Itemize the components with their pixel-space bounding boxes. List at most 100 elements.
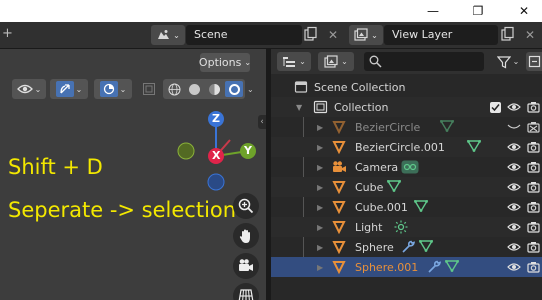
outliner-item-row[interactable]: ▶ Camera [271,157,542,177]
pan-button[interactable] [233,223,259,249]
eye-closed-icon[interactable] [507,122,521,132]
expand-triangle-icon[interactable]: ▶ [317,123,323,132]
render-camera-icon[interactable] [527,261,540,273]
delete-scene-button[interactable]: ✕ [324,25,342,45]
expand-triangle-icon[interactable]: ▶ [317,263,323,272]
new-view-layer-button[interactable] [500,26,518,44]
render-camera-icon[interactable] [527,201,540,213]
expand-triangle-icon[interactable]: ▶ [317,243,323,252]
camera-view-button[interactable] [233,253,259,279]
expand-triangle-icon[interactable]: ▶ [317,163,323,172]
sidebar-toggle[interactable]: ‹ [258,115,266,129]
eye-icon[interactable] [507,262,521,272]
display-mode-dropdown[interactable]: ⌄ [318,52,354,71]
mesh-object-icon [332,260,346,277]
camera-icon [239,259,253,271]
minimize-button[interactable]: — [418,0,448,22]
outliner-item-label: Cube [355,180,384,194]
modifier-wrench-icon[interactable] [401,240,415,257]
overlay-caption-2: Seperate -> selection [8,198,237,222]
mesh-data-icon[interactable] [444,260,460,275]
render-camera-icon[interactable] [527,221,540,233]
rendered-shading-icon[interactable] [225,81,243,97]
scene-selector-button[interactable]: ⌄ [151,25,185,45]
view-layer-name-field[interactable]: View Layer [384,25,498,45]
light-object-icon [332,220,346,237]
expand-triangle-icon[interactable]: ▶ [317,183,323,192]
curve-data-icon[interactable] [439,120,455,135]
outliner-item-label: Light [355,220,383,234]
options-label: Options [198,56,242,69]
expand-triangle-icon[interactable]: ▼ [296,103,302,112]
3d-viewport[interactable]: Options ⌄ ⌄ ⌄ ⌄ ⌄ Z Y X Shift + D Sepera… [0,49,266,300]
material-shading-icon[interactable] [205,81,223,97]
chevron-down-icon[interactable]: ⌄ [247,85,254,94]
item-visibility-toggles [507,257,542,277]
view-layer-selector-button[interactable]: ⌄ [349,25,383,45]
expand-triangle-icon[interactable]: ▶ [317,203,323,212]
eye-icon[interactable] [507,182,521,192]
mesh-data-icon[interactable] [418,240,433,255]
outliner-item-row[interactable]: ▶ Light [271,217,542,237]
render-camera-icon[interactable] [527,141,540,153]
exclude-checkbox[interactable] [490,101,501,113]
eye-icon[interactable] [507,102,521,112]
chevron-down-icon: ⌄ [75,84,83,94]
visibility-dropdown[interactable]: ⌄ [12,79,46,99]
minimize-icon: — [427,4,439,18]
filter-dropdown[interactable]: ⌄ [493,52,523,71]
eye-icon[interactable] [507,142,521,152]
outliner-item-row[interactable]: ▶ BezierCircle [271,117,542,137]
collection-row[interactable]: ▼ Collection [271,97,542,117]
delete-view-layer-button[interactable]: ✕ [521,25,539,45]
render-camera-icon[interactable] [527,161,540,173]
eye-icon[interactable] [507,162,521,172]
curve-data-icon[interactable] [466,140,481,155]
close-icon: ✕ [518,4,530,18]
outliner-item-row[interactable]: ▶ Cube.001 [271,197,542,217]
outliner-icon [283,56,296,67]
outliner-item-row[interactable]: ▶ Cube [271,177,542,197]
light-data-icon[interactable] [394,220,408,237]
mesh-data-icon[interactable] [387,180,402,195]
close-window-button[interactable]: ✕ [509,0,539,22]
render-camera-icon[interactable] [527,101,540,113]
outliner-search-input[interactable] [364,52,484,71]
perspective-toggle-button[interactable] [233,283,259,300]
curve-object-icon [332,120,346,137]
modifier-wrench-icon[interactable] [427,260,441,277]
view-layer-icon [324,54,338,68]
overlays-toggle[interactable]: ⌄ [94,79,132,99]
new-collection-button[interactable] [526,52,542,71]
render-disabled-icon[interactable] [527,121,540,133]
scene-collection-row[interactable]: Scene Collection [271,77,542,97]
eye-icon[interactable] [507,222,521,232]
eye-icon[interactable] [507,202,521,212]
render-camera-icon[interactable] [527,181,540,193]
add-workspace-icon[interactable]: + [2,26,13,41]
outliner-item-label: Sphere.001 [355,260,419,274]
camera-data-icon[interactable] [401,160,419,177]
maximize-button[interactable]: ❐ [463,0,493,22]
new-scene-button[interactable] [303,26,321,44]
render-camera-icon[interactable] [527,241,540,253]
xray-toggle[interactable] [138,79,160,99]
expand-triangle-icon[interactable]: ▶ [317,223,323,232]
gizmo-toggle[interactable]: ⌄ [50,79,88,99]
mesh-data-icon[interactable] [413,200,429,215]
wireframe-shading-icon[interactable] [165,81,183,97]
outliner-item-row[interactable]: ▶ Sphere [271,237,542,257]
solid-shading-icon[interactable] [185,81,203,97]
options-dropdown[interactable]: Options ⌄ [198,53,251,72]
zoom-button[interactable] [233,193,259,219]
outliner-item-row[interactable]: ▶ Sphere.001 [271,257,542,277]
outliner-item-row[interactable]: ▶ BezierCircle.001 [271,137,542,157]
outliner-item-label: Sphere [355,240,394,254]
item-visibility-toggles [507,237,542,257]
expand-triangle-icon[interactable]: ▶ [317,143,323,152]
camera-object-icon [332,160,348,177]
eye-icon[interactable] [507,242,521,252]
scene-name-field[interactable]: Scene [186,25,302,45]
editor-type-dropdown[interactable]: ⌄ [277,52,311,71]
chevron-down-icon: ⌄ [34,84,42,94]
